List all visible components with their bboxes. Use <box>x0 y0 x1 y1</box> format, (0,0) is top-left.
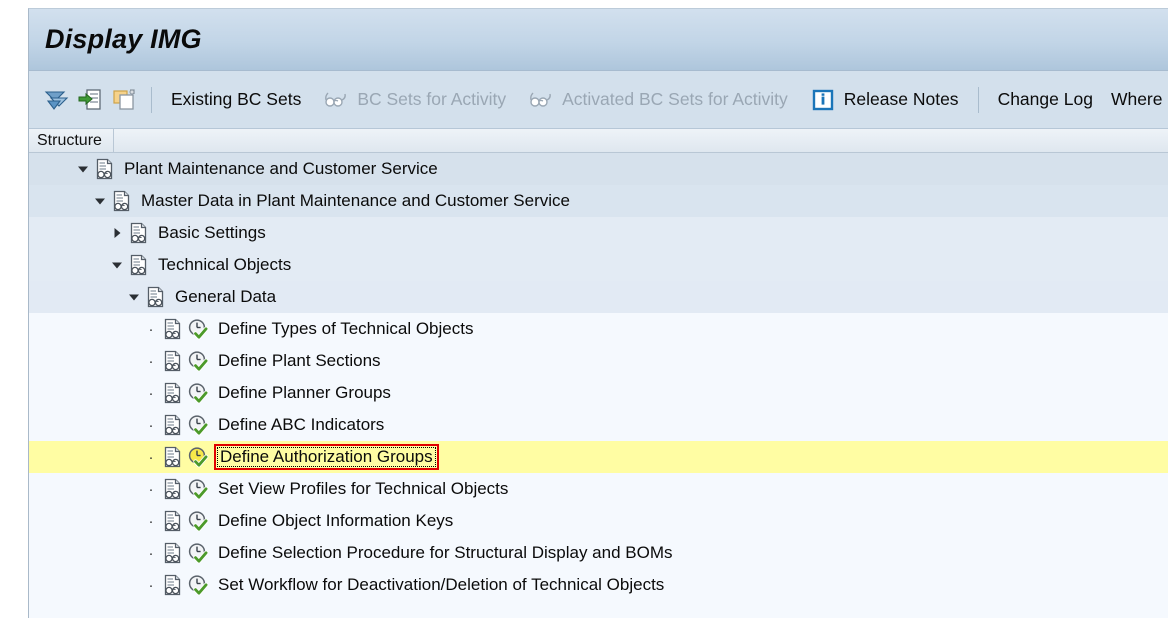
executable-activity-icon[interactable] <box>185 377 211 409</box>
img-structure-icon <box>127 249 151 281</box>
tree-row[interactable]: · Define Planner Groups <box>29 377 1168 409</box>
toolbar: Existing BC Sets BC Sets for Activity Ac… <box>29 71 1168 129</box>
img-structure-icon <box>161 345 185 377</box>
toolbar-existing-bc-sets-label: Existing BC Sets <box>171 89 302 109</box>
img-structure-icon <box>127 217 151 249</box>
tree-row-label: Technical Objects <box>158 255 292 274</box>
tree-row-label: Define Authorization Groups <box>214 444 439 470</box>
tree-row[interactable]: · Set View Profiles for Technical Objects <box>29 473 1168 505</box>
tree-row-label: Define Planner Groups <box>218 383 391 402</box>
glasses-icon <box>524 83 558 117</box>
img-structure-icon <box>161 377 185 409</box>
leaf-bullet-icon: · <box>148 480 154 498</box>
leaf-bullet-icon: · <box>148 416 154 434</box>
toolbar-where-used-label: Where <box>1110 89 1163 109</box>
tree-row-label: Define Object Information Keys <box>218 511 454 530</box>
info-icon <box>806 83 840 117</box>
display-img-window: Display IMG Existing BC Sets BC Sets for… <box>28 8 1168 618</box>
tree-row[interactable]: Basic Settings <box>29 217 1168 249</box>
toolbar-release-notes[interactable]: Release Notes <box>797 80 968 120</box>
executable-activity-icon[interactable] <box>185 537 211 569</box>
tree-row[interactable]: Master Data in Plant Maintenance and Cus… <box>29 185 1168 217</box>
img-structure-icon <box>161 441 185 473</box>
glasses-icon <box>319 83 353 117</box>
toolbar-change-log[interactable]: Change Log <box>989 80 1102 120</box>
tree-row[interactable]: Plant Maintenance and Customer Service <box>29 153 1168 185</box>
tree-row-label: Define ABC Indicators <box>218 415 385 434</box>
executable-activity-icon[interactable] <box>185 473 211 505</box>
img-structure-icon <box>161 569 185 601</box>
tree-row[interactable]: · Define Authorization Groups <box>29 441 1168 473</box>
tree-row[interactable]: General Data <box>29 281 1168 313</box>
img-structure-icon <box>110 185 134 217</box>
filter-icon[interactable] <box>39 83 73 117</box>
toolbar-activated-bc-sets-label: Activated BC Sets for Activity <box>562 89 788 109</box>
img-structure-icon <box>161 537 185 569</box>
executable-activity-icon[interactable] <box>185 313 211 345</box>
toolbar-change-log-label: Change Log <box>997 89 1093 109</box>
tree-row[interactable]: · Set Workflow for Deactivation/Deletion … <box>29 569 1168 601</box>
toolbar-bc-sets-for-activity[interactable]: BC Sets for Activity <box>310 80 515 120</box>
img-structure-icon <box>161 409 185 441</box>
img-structure-tree[interactable]: Plant Maintenance and Customer Service Ma… <box>29 153 1168 618</box>
tree-column-header: Structure <box>29 129 1168 153</box>
tree-row-label: Set Workflow for Deactivation/Deletion o… <box>218 575 665 594</box>
tree-row-label: Define Plant Sections <box>218 351 381 370</box>
executable-activity-icon[interactable] <box>185 441 211 473</box>
leaf-bullet-icon: · <box>148 448 154 466</box>
page-title: Display IMG <box>45 24 202 54</box>
tree-row-label: Master Data in Plant Maintenance and Cus… <box>141 191 570 210</box>
executable-activity-icon[interactable] <box>185 409 211 441</box>
tree-row[interactable]: · Define Object Information Keys <box>29 505 1168 537</box>
leaf-bullet-icon: · <box>148 352 154 370</box>
tree-row-label: Set View Profiles for Technical Objects <box>218 479 509 498</box>
tree-row[interactable]: Technical Objects <box>29 249 1168 281</box>
toolbar-activated-bc-sets-for-activity[interactable]: Activated BC Sets for Activity <box>515 80 797 120</box>
leaf-bullet-icon: · <box>148 576 154 594</box>
leaf-bullet-icon: · <box>148 384 154 402</box>
toolbar-bc-sets-for-activity-label: BC Sets for Activity <box>357 89 507 109</box>
chevron-right-icon[interactable] <box>107 217 127 249</box>
tree-row[interactable]: · Define ABC Indicators <box>29 409 1168 441</box>
screen: Display IMG Existing BC Sets BC Sets for… <box>0 0 1168 618</box>
img-structure-icon <box>161 505 185 537</box>
tree-row-label: General Data <box>175 287 277 306</box>
img-structure-icon <box>144 281 168 313</box>
window-titlebar: Display IMG <box>29 9 1168 71</box>
tree-row[interactable]: · Define Plant Sections <box>29 345 1168 377</box>
tree-row[interactable]: · Define Selection Procedure for Structur… <box>29 537 1168 569</box>
executable-activity-icon[interactable] <box>185 505 211 537</box>
img-structure-icon <box>93 153 117 185</box>
column-header-structure[interactable]: Structure <box>29 129 114 152</box>
copy-icon[interactable] <box>107 83 141 117</box>
tree-row-label: Basic Settings <box>158 223 266 242</box>
leaf-bullet-icon: · <box>148 512 154 530</box>
toolbar-release-notes-label: Release Notes <box>843 89 959 109</box>
tree-row[interactable]: · Define Types of Technical Objects <box>29 313 1168 345</box>
toolbar-separator <box>151 86 152 113</box>
leaf-bullet-icon: · <box>148 320 154 338</box>
img-structure-icon <box>161 473 185 505</box>
chevron-down-icon[interactable] <box>90 185 110 217</box>
chevron-down-icon[interactable] <box>73 153 93 185</box>
leaf-bullet-icon: · <box>148 544 154 562</box>
chevron-down-icon[interactable] <box>107 249 127 281</box>
tree-row-label: Define Selection Procedure for Structura… <box>218 543 673 562</box>
toolbar-existing-bc-sets[interactable]: Existing BC Sets <box>162 80 310 120</box>
toolbar-where-used[interactable]: Where <box>1102 80 1168 120</box>
executable-activity-icon[interactable] <box>185 345 211 377</box>
tree-row-label: Define Types of Technical Objects <box>218 319 474 338</box>
chevron-down-icon[interactable] <box>124 281 144 313</box>
toolbar-separator <box>977 86 979 113</box>
executable-activity-icon[interactable] <box>185 569 211 601</box>
select-all-icon[interactable] <box>73 83 107 117</box>
structure-panel: Structure Plant Maintenance and Customer… <box>29 129 1168 618</box>
img-structure-icon <box>161 313 185 345</box>
tree-row-label: Plant Maintenance and Customer Service <box>124 159 438 178</box>
